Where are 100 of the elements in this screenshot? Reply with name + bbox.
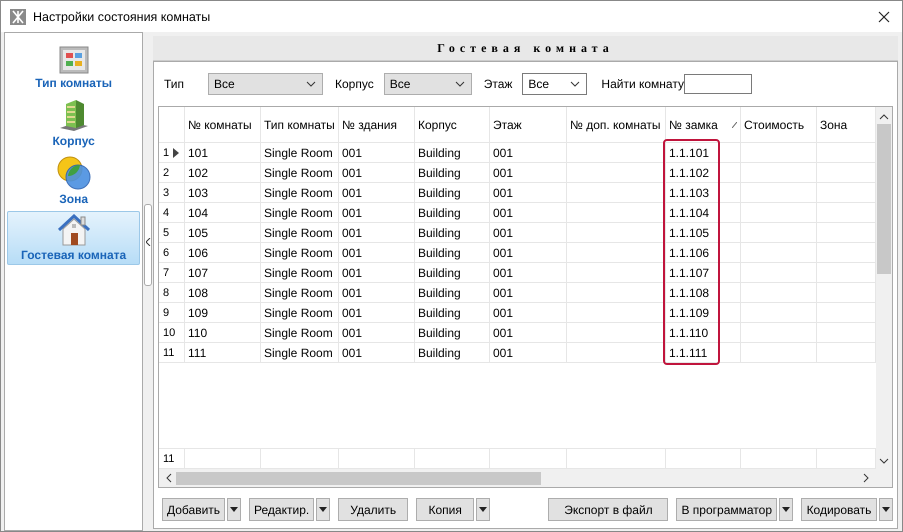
table-cell: Building (415, 323, 490, 343)
row-header[interactable]: 2 (159, 163, 185, 183)
sidebar-item[interactable]: Корпус (7, 95, 140, 151)
row-header[interactable]: 9 (159, 303, 185, 323)
column-header[interactable]: Стоимость (741, 107, 817, 143)
sidebar-item[interactable]: Гостевая комната (7, 211, 140, 265)
table-cell: Building (415, 183, 490, 203)
dropdown-button[interactable] (227, 498, 242, 521)
caret-icon (882, 507, 890, 512)
column-header[interactable]: № комнаты (185, 107, 261, 143)
table-cell: Single Room (261, 223, 339, 243)
table-cell: 001 (490, 343, 567, 363)
row-header[interactable]: 11 (159, 343, 185, 363)
row-header[interactable]: 1 (159, 143, 185, 163)
table-cell: 107 (185, 263, 261, 283)
action-button[interactable]: Удалить (338, 498, 408, 521)
collapse-icon[interactable] (146, 238, 151, 246)
circles-icon (56, 156, 92, 190)
table-cell: 001 (339, 283, 415, 303)
table-cell: 001 (339, 163, 415, 183)
table-cell: Building (415, 263, 490, 283)
table-cell: 001 (490, 223, 567, 243)
scroll-up-icon[interactable] (879, 113, 889, 120)
dropdown-button[interactable] (476, 498, 490, 521)
row-header[interactable]: 10 (159, 323, 185, 343)
table-cell: 001 (339, 303, 415, 323)
row-header[interactable]: 8 (159, 283, 185, 303)
table-cell: Building (415, 303, 490, 323)
dropdown-button[interactable] (316, 498, 330, 521)
sort-icon (732, 122, 737, 128)
scroll-down-icon[interactable] (879, 458, 889, 465)
table-cell: 001 (490, 243, 567, 263)
table-cell: 001 (339, 183, 415, 203)
table-cell: Single Room (261, 303, 339, 323)
caret-icon (782, 507, 790, 512)
table-cell: 1.1.103 (666, 183, 741, 203)
table-cell: 1.1.109 (666, 303, 741, 323)
filter-label: Этаж (484, 77, 512, 91)
row-header[interactable]: 4 (159, 203, 185, 223)
sidebar-item[interactable]: Тип комнаты (7, 43, 140, 93)
table-cell: 1.1.106 (666, 243, 741, 263)
action-button[interactable]: Кодировать (801, 498, 877, 521)
filter-dropdown[interactable]: Все (384, 73, 472, 95)
house-icon (56, 214, 91, 246)
scrollbar-thumb[interactable] (877, 124, 891, 274)
scroll-left-icon[interactable] (165, 473, 172, 483)
table-cell: 1.1.101 (666, 143, 741, 163)
table-cell: 106 (185, 243, 261, 263)
row-header[interactable]: 7 (159, 263, 185, 283)
current-row-icon (173, 148, 180, 158)
filter-dropdown[interactable]: Все (522, 73, 588, 95)
action-button[interactable]: В программатор (676, 498, 777, 521)
table-cell: Single Room (261, 263, 339, 283)
dropdown-button[interactable] (879, 498, 893, 521)
table-cell: Single Room (261, 243, 339, 263)
table-cell: Single Room (261, 343, 339, 363)
table-cell: 1.1.102 (666, 163, 741, 183)
scrollbar-thumb[interactable] (176, 472, 541, 484)
row-header[interactable]: 5 (159, 223, 185, 243)
table-cell: 111 (185, 343, 261, 363)
column-header[interactable]: № доп. комнаты (567, 107, 666, 143)
table-cell: 1.1.104 (666, 203, 741, 223)
table-cell: Building (415, 243, 490, 263)
column-header[interactable]: Корпус (415, 107, 490, 143)
table-cell: 001 (490, 303, 567, 323)
action-button[interactable]: Добавить (162, 498, 226, 521)
column-header[interactable]: Этаж (490, 107, 567, 143)
close-icon[interactable] (878, 10, 890, 22)
column-header[interactable]: Тип комнаты (261, 107, 339, 143)
action-button[interactable]: Редактир. (249, 498, 314, 521)
table-cell: 001 (339, 323, 415, 343)
chevron-down-icon (454, 81, 465, 87)
row-header[interactable]: 6 (159, 243, 185, 263)
grid-icon (58, 46, 89, 74)
table-cell: Building (415, 163, 490, 183)
filter-dropdown[interactable]: Все (208, 73, 324, 95)
table-cell: 001 (339, 343, 415, 363)
table-cell: 001 (490, 283, 567, 303)
table-cell: 101 (185, 143, 261, 163)
table-cell: 102 (185, 163, 261, 183)
table-cell: 1.1.111 (666, 343, 741, 363)
column-header[interactable]: № замка (666, 107, 741, 143)
row-header[interactable]: 3 (159, 183, 185, 203)
dropdown-button[interactable] (779, 498, 793, 521)
table-cell: Single Room (261, 283, 339, 303)
scroll-right-icon[interactable] (863, 473, 870, 483)
table-cell: 001 (339, 263, 415, 283)
caret-icon (319, 507, 328, 512)
panel-title: Гостевая комната (437, 40, 614, 56)
splitter-handle[interactable] (144, 204, 152, 286)
search-field[interactable] (684, 74, 752, 94)
table-cell: Building (415, 143, 490, 163)
action-button[interactable]: Экспорт в файл (548, 498, 668, 521)
building-icon (58, 98, 90, 132)
action-button[interactable]: Копия (416, 498, 474, 521)
table-cell: Single Room (261, 163, 339, 183)
column-header[interactable]: № здания (339, 107, 415, 143)
table-cell: 1.1.105 (666, 223, 741, 243)
table-cell: 001 (490, 323, 567, 343)
sidebar-item[interactable]: Зона (7, 153, 140, 209)
